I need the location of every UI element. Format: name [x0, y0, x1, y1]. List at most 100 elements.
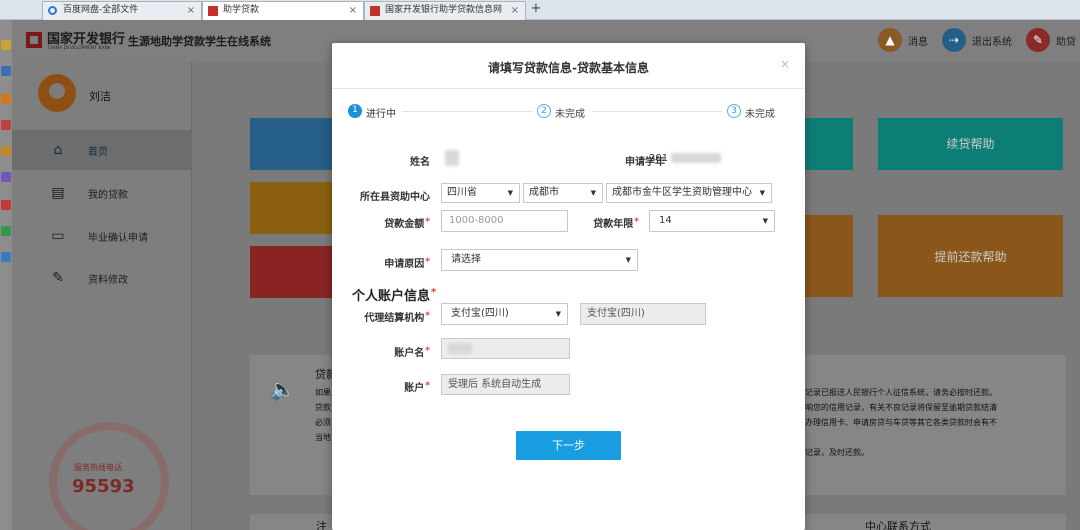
browser-tab-baidu-pan[interactable]: 百度网盘-全部文件 ×	[42, 1, 202, 20]
center-select[interactable]: 成都市金牛区学生资助管理中心 ▼	[606, 183, 772, 203]
city-select[interactable]: 成都市 ▼	[523, 183, 603, 203]
sidebar-item-edit-profile[interactable]: ✎ 资料修改	[12, 258, 192, 298]
tile-prepayment-help[interactable]: 提前还款帮助	[878, 215, 1063, 297]
notice-line: 必须	[315, 418, 331, 427]
notice-line: 办理信用卡、申请房贷与车贷等其它各类贷款时会有不	[805, 418, 997, 427]
chevron-down-icon: ▼	[625, 256, 631, 264]
avatar	[38, 74, 76, 112]
toolbar-app-icon[interactable]	[1, 66, 11, 76]
sidebar-item-label: 我的贷款	[88, 190, 128, 201]
user-name: 刘洁	[89, 90, 111, 103]
account-section-title: 个人账户信息*	[352, 287, 437, 304]
logout-label: 退出系统	[972, 37, 1012, 48]
cdb-logo-icon	[208, 6, 218, 16]
account-name-label: 账户名*	[394, 346, 430, 359]
new-tab-button[interactable]: +	[529, 0, 543, 19]
notice-line: 响您的信用记录，有关不良记录将保留至逾期贷款结清	[805, 403, 997, 412]
step-connector	[592, 111, 722, 112]
toolbar-app-icon[interactable]	[1, 252, 11, 262]
tab-label: 国家开发银行助学贷款信息网	[385, 5, 503, 15]
tile-label: 续贷帮助	[946, 137, 995, 151]
notice-line: 记录已报送人民银行个人征信系统，请务必按时还款。	[805, 388, 997, 397]
loan-info-modal: 请填写贷款信息-贷款基本信息 × 1 进行中 2 未完成 3 未完成 姓名 申请…	[332, 43, 805, 530]
reason-select[interactable]: 请选择 ▼	[441, 249, 638, 271]
sidebar-item-home[interactable]: ⌂ 首页	[12, 130, 192, 170]
toolbar-app-icon[interactable]	[1, 172, 11, 182]
sidebar: 刘洁 ⌂ 首页 ▤ 我的贷款 ▭ 毕业确认申请 ✎ 资料修改 服务热线电话 95…	[12, 62, 192, 530]
notice-line: 记录，及时还款。	[805, 448, 869, 457]
sidebar-item-label: 毕业确认申请	[88, 233, 148, 244]
province-select[interactable]: 四川省 ▼	[441, 183, 520, 203]
tile-teal-partial[interactable]	[805, 118, 853, 170]
step-connector	[402, 111, 532, 112]
year-value: 201	[649, 153, 722, 164]
agency-label: 代理结算机构*	[364, 311, 430, 324]
next-step-button[interactable]: 下一步	[516, 431, 621, 460]
loan-amount-input[interactable]: 1000-8000	[441, 210, 568, 232]
help-button[interactable]: ✎ 助贷	[1026, 28, 1080, 52]
chevron-down-icon: ▼	[555, 310, 561, 318]
monitor-icon: ▭	[51, 228, 65, 244]
browser-tab-bar: 百度网盘-全部文件 × 助学贷款 × 国家开发银行助学贷款信息网 × +	[0, 0, 1080, 20]
help-label: 助贷	[1056, 37, 1076, 48]
loan-term-select[interactable]: 14 ▼	[649, 210, 775, 232]
cdb-logo-icon	[26, 32, 42, 48]
messages-label: 消息	[908, 37, 928, 48]
sidebar-item-my-loans[interactable]: ▤ 我的贷款	[12, 173, 192, 213]
account-name-field	[441, 338, 570, 359]
modal-divider	[332, 88, 805, 89]
step-label: 未完成	[745, 109, 775, 120]
bell-icon: ▲	[878, 28, 902, 52]
chevron-down-icon: ▼	[507, 189, 513, 197]
tile-orange[interactable]	[250, 182, 340, 234]
center-label: 所在县资助中心	[360, 192, 430, 203]
tile-orange-partial[interactable]	[805, 215, 853, 297]
toolbar-app-icon[interactable]	[1, 40, 11, 50]
toolbar-app-icon[interactable]	[1, 200, 11, 210]
step-label: 进行中	[366, 109, 396, 120]
toolbar-app-icon[interactable]	[1, 146, 11, 156]
tile-label: 提前还款帮助	[934, 250, 1007, 264]
close-tab-icon[interactable]: ×	[187, 2, 195, 19]
toolbar-app-icon[interactable]	[1, 120, 11, 130]
close-tab-icon[interactable]: ×	[511, 2, 519, 19]
close-icon[interactable]: ×	[780, 57, 790, 71]
reason-label: 申请原因*	[384, 257, 430, 270]
sidebar-item-label: 资料修改	[88, 275, 128, 286]
cdb-logo-icon	[370, 6, 380, 16]
tile-blue[interactable]	[250, 118, 340, 170]
step-number: 1	[348, 104, 362, 118]
tile-red[interactable]	[250, 246, 340, 298]
sidebar-item-graduation-confirm[interactable]: ▭ 毕业确认申请	[12, 216, 192, 256]
browser-tab-student-loan[interactable]: 助学贷款 ×	[202, 1, 364, 20]
toolbar-app-icon[interactable]	[1, 226, 11, 236]
agency-select[interactable]: 支付宝(四川) ▼	[441, 303, 568, 325]
step-number: 3	[727, 104, 741, 118]
tile-renewal-help[interactable]: 续贷帮助	[878, 118, 1063, 170]
tab-label: 百度网盘-全部文件	[63, 5, 139, 15]
notice-line: 当地	[315, 433, 331, 442]
baidu-cloud-icon	[48, 6, 57, 15]
amount-label: 贷款金额*	[384, 217, 430, 230]
logout-button[interactable]: ⇢ 退出系统	[942, 28, 1022, 52]
step-number: 2	[537, 104, 551, 118]
toolbar-app-icon[interactable]	[1, 94, 11, 104]
sidebar-item-label: 首页	[88, 147, 108, 158]
browser-tab-cdb-info[interactable]: 国家开发银行助学贷款信息网 ×	[364, 1, 526, 20]
account-label: 账户*	[404, 381, 430, 394]
edit-icon: ✎	[52, 270, 64, 286]
speaker-icon: 🔈	[270, 377, 295, 401]
modal-title: 请填写贷款信息-贷款基本信息	[488, 61, 649, 75]
account-field: 受理后 系统自动生成	[441, 374, 570, 395]
term-label: 贷款年限*	[593, 217, 639, 230]
messages-button[interactable]: ▲ 消息	[878, 28, 938, 52]
logout-icon: ⇢	[942, 28, 966, 52]
chevron-down-icon: ▼	[759, 189, 765, 197]
home-icon: ⌂	[53, 142, 63, 158]
step-label: 未完成	[555, 109, 585, 120]
name-label: 姓名	[410, 157, 430, 168]
chevron-down-icon: ▼	[762, 217, 768, 225]
close-tab-icon[interactable]: ×	[349, 2, 357, 19]
system-title: 生源地助学贷款学生在线系统	[128, 35, 271, 48]
hotline-number: 95593	[72, 476, 135, 497]
